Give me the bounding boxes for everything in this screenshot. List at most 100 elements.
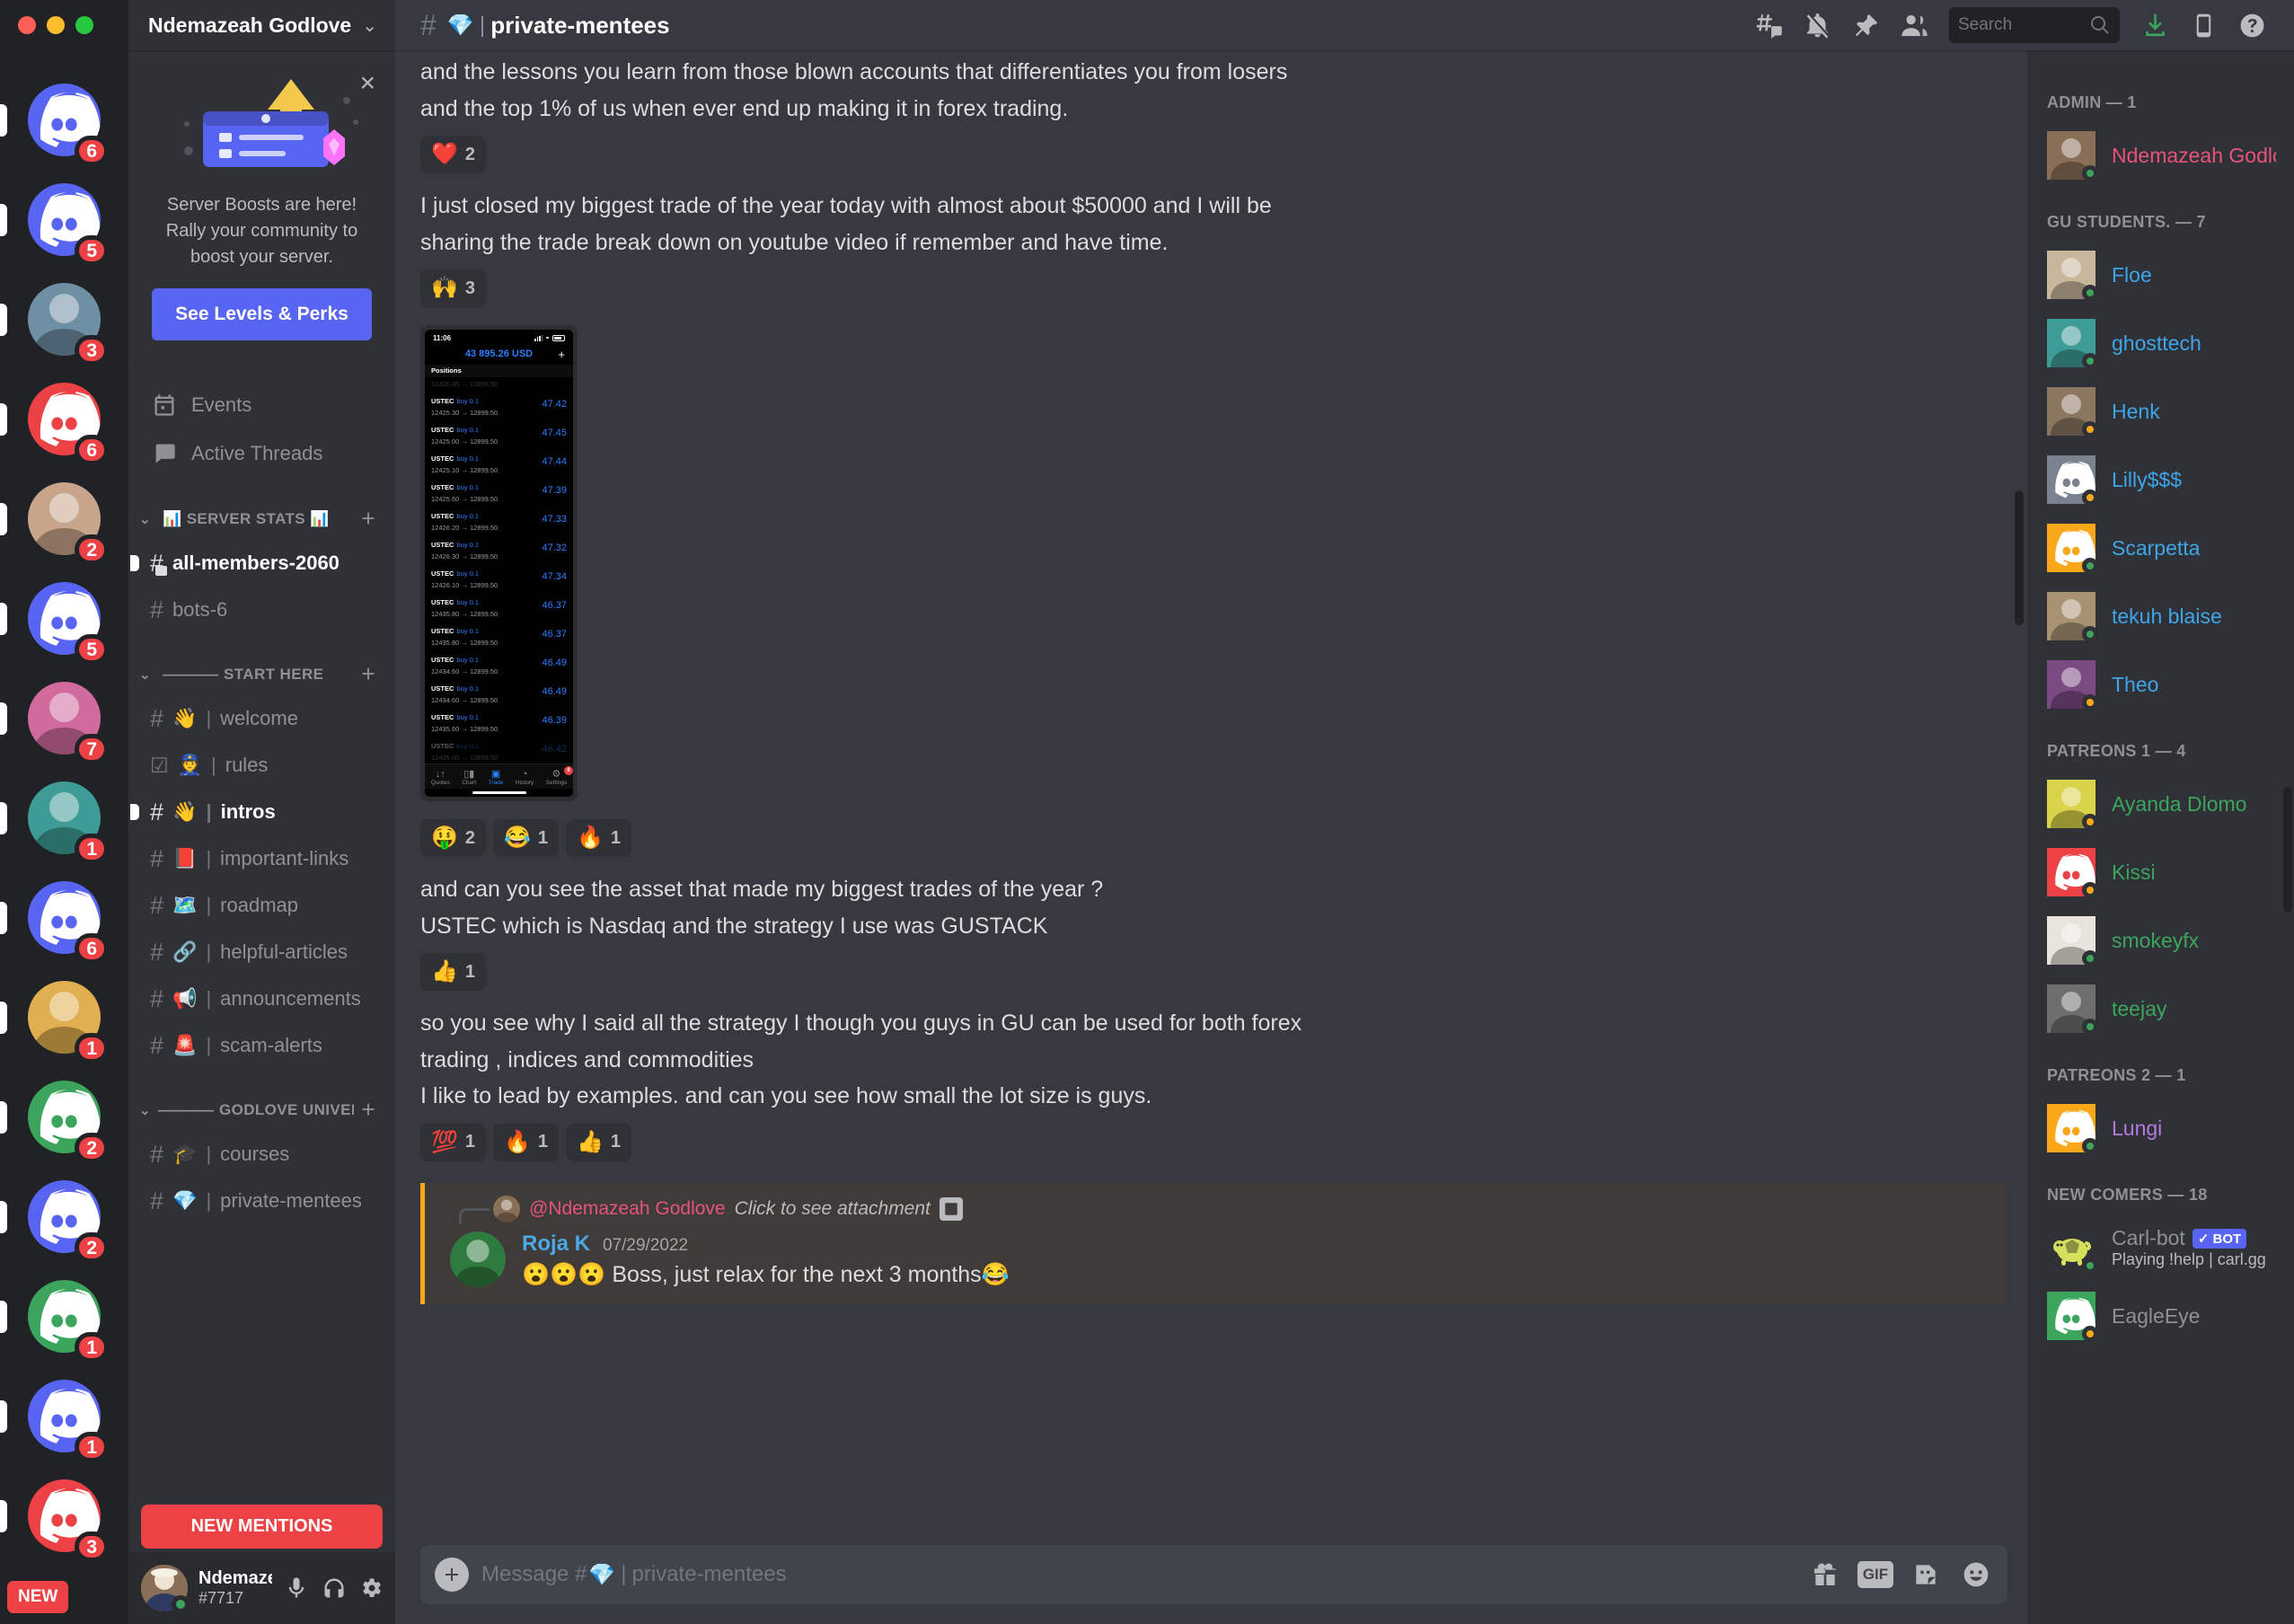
channel-helpful-articles[interactable]: # 🔗 | helpful-articles: [141, 929, 383, 975]
sidebar-item-active-threads[interactable]: Active Threads: [141, 429, 383, 478]
help-button[interactable]: [2228, 4, 2276, 47]
reaction-chip[interactable]: 🙌 3: [420, 269, 487, 307]
member-row[interactable]: Ndemazeah Godlove: [2027, 121, 2294, 190]
add-channel-icon[interactable]: +: [361, 660, 375, 688]
member-row[interactable]: tekuh blaise: [2027, 582, 2294, 650]
reaction-chip[interactable]: 🔥 1: [493, 1123, 560, 1161]
member-row[interactable]: Carl-bot ✓ BOT Playing !help | carl.gg: [2027, 1214, 2294, 1282]
server-rail-item[interactable]: 6: [0, 868, 128, 967]
pinned-messages-button[interactable]: [1841, 4, 1890, 47]
search-input[interactable]: [1958, 15, 2089, 35]
message-list[interactable]: and the lessons you learn from those blo…: [395, 50, 2027, 1532]
reaction-chip[interactable]: 💯 1: [420, 1123, 487, 1161]
channel-roadmap[interactable]: # 🗺️ | roadmap: [141, 882, 383, 929]
channel-bots-6[interactable]: # bots-6: [141, 587, 383, 633]
reaction-chip[interactable]: 👍 1: [566, 1123, 632, 1161]
threads-button[interactable]: [1744, 4, 1793, 47]
new-server-chip[interactable]: NEW: [7, 1581, 69, 1613]
sticker-button[interactable]: [1907, 1556, 1945, 1593]
chevron-down-icon[interactable]: ⌄: [362, 14, 377, 37]
gift-button[interactable]: [1806, 1556, 1844, 1593]
sidebar-item-events[interactable]: Events: [141, 381, 383, 429]
server-rail-item[interactable]: 2: [0, 1167, 128, 1267]
channel-courses[interactable]: # 🎓 | courses: [141, 1131, 383, 1178]
chat-scrollbar[interactable]: [2015, 490, 2024, 625]
server-rail-item[interactable]: 6: [0, 369, 128, 469]
member-row[interactable]: smokeyfx: [2027, 906, 2294, 975]
headphones-button[interactable]: [321, 1567, 348, 1609]
new-mentions-banner[interactable]: NEW MENTIONS: [141, 1505, 383, 1549]
server-rail-item[interactable]: 1: [0, 1366, 128, 1466]
server-rail-item[interactable]: 2: [0, 1067, 128, 1167]
attach-button[interactable]: [435, 1558, 469, 1592]
member-row[interactable]: ghosttech: [2027, 309, 2294, 377]
user-settings-button[interactable]: [357, 1567, 384, 1609]
history-tab[interactable]: ◔ History: [516, 769, 534, 786]
server-rail-item[interactable]: 3: [0, 269, 128, 369]
message-author[interactable]: Roja K: [522, 1231, 590, 1257]
server-rail[interactable]: 6 5 3 6 2 5 7 1 6 1 2 2 1 1 3 NEW: [0, 0, 128, 1624]
server-rail-item[interactable]: 1: [0, 768, 128, 868]
avatar[interactable]: [141, 1565, 190, 1613]
reaction-chip[interactable]: 👍 1: [420, 953, 487, 992]
mic-button[interactable]: [283, 1567, 310, 1609]
maximize-window-button[interactable]: [75, 16, 93, 34]
reaction-chip[interactable]: 🤑 2: [420, 819, 487, 858]
member-row[interactable]: Scarpetta: [2027, 514, 2294, 582]
server-header[interactable]: Ndemazeah Godlove ⌄: [128, 0, 395, 50]
channel-important-links[interactable]: # 📕 | important-links: [141, 835, 383, 882]
inbox-button[interactable]: [2131, 4, 2179, 47]
channel-welcome[interactable]: # 👋 | welcome: [141, 695, 383, 742]
chevron-down-icon[interactable]: ⌄: [139, 1102, 151, 1118]
add-channel-icon[interactable]: +: [361, 1096, 375, 1124]
server-rail-item[interactable]: 5: [0, 569, 128, 668]
phone-tab-bar[interactable]: ↓↑ Quotes ▯▮ Chart ▣ Trade ◔ History ⚙ S…: [425, 763, 573, 790]
member-scrollbar[interactable]: [2283, 787, 2292, 913]
close-window-button[interactable]: [18, 16, 36, 34]
chart-tab[interactable]: ▯▮ Chart: [462, 769, 476, 786]
reaction-chip[interactable]: ❤️ 2: [420, 136, 487, 173]
see-levels-perks-button[interactable]: See Levels & Perks: [152, 288, 372, 340]
channel-private-mentees[interactable]: # 💎 | private-mentees: [141, 1178, 383, 1224]
window-traffic-lights[interactable]: [18, 16, 93, 34]
server-rail-item[interactable]: 2: [0, 469, 128, 569]
server-rail-item[interactable]: 3: [0, 1466, 128, 1566]
avatar[interactable]: [450, 1231, 506, 1287]
close-icon[interactable]: ×: [359, 70, 375, 97]
channel-announcements[interactable]: # 📢 | announcements: [141, 975, 383, 1022]
add-channel-icon[interactable]: +: [361, 505, 375, 533]
server-rail-item[interactable]: 1: [0, 1267, 128, 1366]
mobile-button[interactable]: [2179, 4, 2228, 47]
minimize-window-button[interactable]: [47, 16, 65, 34]
message-input[interactable]: Message # 💎 | private-mentees: [481, 1562, 1794, 1588]
channel-category-godlove-university[interactable]: ⌄————GODLOVE UNIVERSITY...+: [128, 1069, 395, 1131]
channel-category-start-here[interactable]: ⌄ ———— START HERE +: [128, 633, 395, 695]
member-row[interactable]: Theo: [2027, 650, 2294, 719]
message-input-box[interactable]: Message # 💎 | private-mentees GIF: [420, 1545, 2007, 1604]
channel-list[interactable]: Events Active Threads ⌄ 📊 SERVER STATS 📊 +…: [128, 368, 395, 1552]
trade-tab[interactable]: ▣ Trade: [489, 769, 504, 786]
member-row[interactable]: EagleEye: [2027, 1282, 2294, 1350]
chevron-down-icon[interactable]: ⌄: [139, 511, 155, 527]
gif-button[interactable]: GIF: [1857, 1556, 1894, 1593]
member-row[interactable]: Henk: [2027, 377, 2294, 446]
channel-scam-alerts[interactable]: # 🚨 | scam-alerts: [141, 1022, 383, 1069]
channel-all-members-2060[interactable]: # all-members-2060: [130, 540, 383, 587]
reply-author[interactable]: @Ndemazeah Godlove: [529, 1198, 726, 1220]
member-row[interactable]: Floe: [2027, 241, 2294, 309]
member-row[interactable]: Lungi: [2027, 1094, 2294, 1162]
reply-reference[interactable]: @Ndemazeah Godlove Click to see attachme…: [425, 1194, 2007, 1224]
server-rail-item[interactable]: 7: [0, 668, 128, 768]
emoji-button[interactable]: [1957, 1556, 1995, 1593]
member-row[interactable]: Ayanda Dlomo: [2027, 770, 2294, 838]
search-box[interactable]: [1949, 7, 2120, 43]
reaction-chip[interactable]: 😂 1: [493, 819, 560, 858]
chevron-down-icon[interactable]: ⌄: [139, 666, 155, 683]
member-row[interactable]: teejay: [2027, 975, 2294, 1043]
trading-screenshot-attachment[interactable]: 11:06 ◓ 43 895.26 USD + Positions 12426.…: [420, 325, 578, 802]
server-rail-item[interactable]: 6: [0, 70, 128, 170]
channel-category-server-stats[interactable]: ⌄ 📊 SERVER STATS 📊 +: [128, 478, 395, 540]
channel-rules[interactable]: ☑ 👮 | rules: [141, 742, 383, 789]
notification-settings-button[interactable]: [1793, 4, 1841, 47]
server-rail-item[interactable]: 5: [0, 170, 128, 269]
